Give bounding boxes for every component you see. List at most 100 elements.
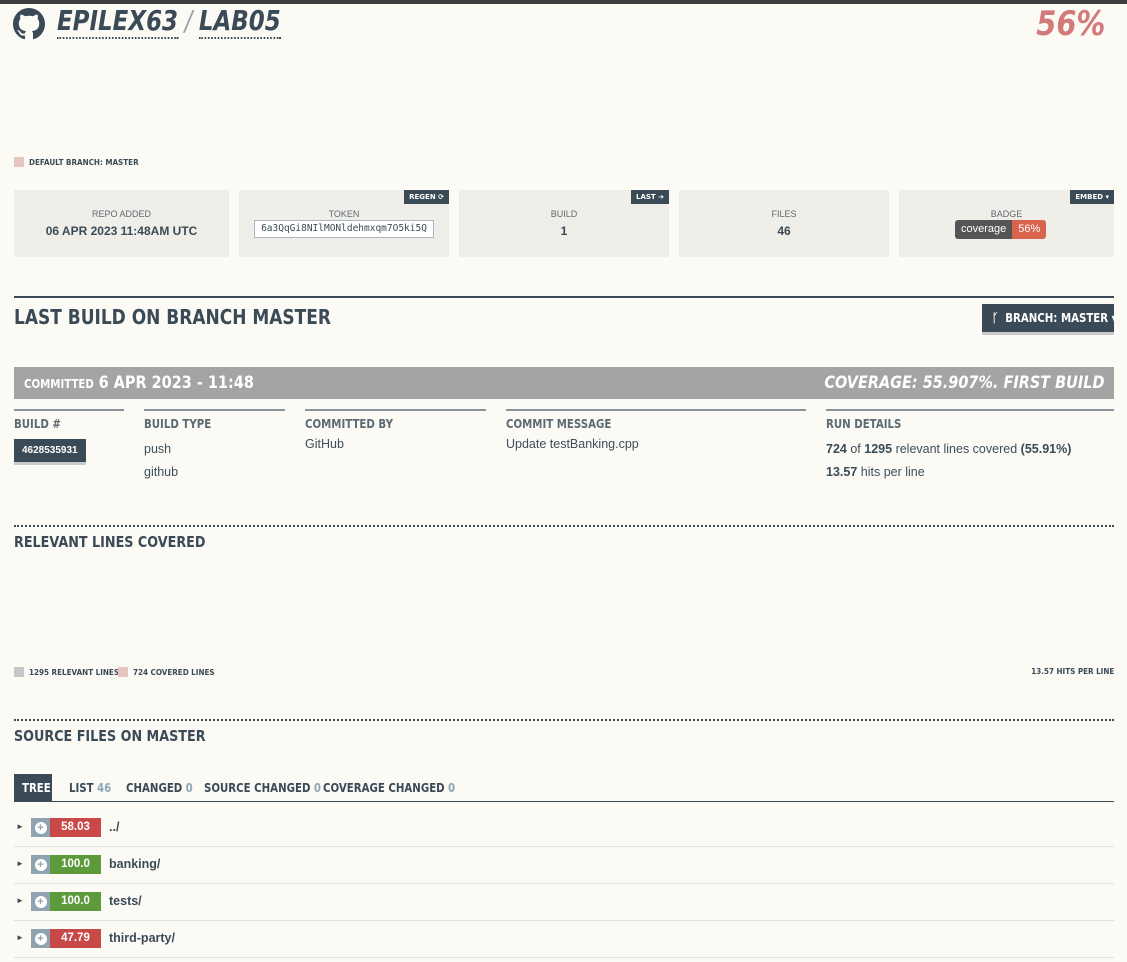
tab-coverage-changed[interactable]: COVERAGE CHANGED 0 [323,774,478,801]
tab-coverage-changed-count: 0 [448,780,456,795]
relevant-lines-title: RELEVANT LINES COVERED [14,533,206,551]
legend-covered-label: 724 COVERED LINES [133,667,215,677]
regen-label: REGEN [409,193,436,201]
folder-name[interactable]: banking/ [109,857,160,871]
token-box: REGEN ⟳ TOKEN 6a3QqGi8NIlMONldehmxqm7O5k… [239,190,449,257]
file-row[interactable]: ► + 58.03 ../ [14,810,1114,847]
regen-button[interactable]: REGEN ⟳ [404,190,449,204]
token-label: TOKEN [328,209,360,219]
relevant-lines-legend: 1295 RELEVANT LINES 724 COVERED LINES 13… [14,667,1114,679]
build-type-value-1: push [144,442,172,456]
tab-source-changed-count: 0 [313,780,321,795]
commit-message-column: COMMIT MESSAGE Update testBanking.cpp [506,409,806,456]
run-details-column: RUN DETAILS 724 of 1295 relevant lines c… [826,409,1114,484]
badge-right: 56% [1012,220,1047,239]
commit-bar: COMMITTED 6 APR 2023 - 11:48 COVERAGE: 5… [14,367,1114,399]
covered-count: 724 [826,442,847,456]
legend-relevant-label: 1295 RELEVANT LINES [29,667,120,677]
title-separator: / [184,4,193,37]
expand-arrow-icon[interactable]: ► [16,933,24,942]
of-text: of [850,442,861,456]
source-files-title: SOURCE FILES ON MASTER [14,727,206,745]
tab-source-changed-label: SOURCE CHANGED [204,780,311,795]
token-field[interactable]: 6a3QqGi8NIlMONldehmxqm7O5ki5Q [254,220,434,238]
run-details-lines: 724 of 1295 relevant lines covered (55.9… [826,438,1114,461]
file-row[interactable]: ► + 47.79 third-party/ [14,921,1114,958]
coverage-value: 100.0 [50,855,101,874]
tab-coverage-changed-label: COVERAGE CHANGED [323,780,445,795]
committed-by-header: COMMITTED BY [305,417,394,431]
legend-hits: 13.57 HITS PER LINE [1022,667,1114,676]
file-row[interactable]: ► + 100.0 banking/ [14,847,1114,884]
repo-added-box: REPO ADDED 06 APR 2023 11:48AM UTC [14,190,229,257]
expand-plus-icon[interactable]: + [31,929,50,948]
tab-tree[interactable]: TREE [14,774,52,801]
run-details-hits: 13.57 hits per line [826,461,1114,484]
badge-label: BADGE [990,209,1023,219]
relevant-text: relevant lines covered [895,442,1018,456]
coverage-value: 58.03 [50,818,101,837]
build-label: BUILD [550,209,578,219]
badge-box: EMBED ▾ BADGE coverage 56% [899,190,1114,257]
default-branch: DEFAULT BRANCH: MASTER [14,157,151,167]
branch-select-button[interactable]: ᚴ BRANCH: MASTER ▾ [982,304,1117,332]
coverage-summary: COVERAGE: 55.907%. FIRST BUILD [823,373,1104,393]
build-number-button[interactable]: 4628535931 [14,439,86,462]
legend-relevant: 1295 RELEVANT LINES [14,667,129,677]
badge-left: coverage [955,220,1013,239]
expand-plus-icon[interactable]: + [31,855,50,874]
relevant-count: 1295 [864,442,893,456]
repo-link[interactable]: LAB05 [198,4,281,39]
github-icon [13,8,45,40]
tab-list[interactable]: LIST 46 [69,774,119,801]
expand-arrow-icon[interactable]: ► [16,859,24,868]
tab-source-changed[interactable]: SOURCE CHANGED 0 [204,774,342,801]
legend-covered: 724 COVERED LINES [118,667,224,677]
coverage-percentage: 56% [1035,4,1105,44]
build-type-column: BUILD TYPE push github [144,409,285,484]
repo-added-label: REPO ADDED [91,209,151,219]
coverage-badge[interactable]: coverage 56% [955,220,1047,239]
expand-arrow-icon[interactable]: ► [16,822,24,831]
build-number-header: BUILD # [14,417,61,431]
last-build-button[interactable]: LAST ➔ [630,190,669,204]
build-type-header: BUILD TYPE [144,417,212,431]
covered-pct: (55.91%) [1020,442,1072,456]
files-box: FILES 46 [679,190,889,257]
folder-name[interactable]: tests/ [109,894,142,908]
hits-text: hits per line [860,465,925,479]
section-divider [14,296,1114,298]
last-label: LAST [635,193,656,201]
tab-tree-label: TREE [22,780,51,795]
branch-square-icon [14,157,24,167]
owner-link[interactable]: EPILEX63 [57,4,179,39]
folder-name[interactable]: third-party/ [109,931,175,945]
tab-changed-count: 0 [185,780,193,795]
hits-value: 13.57 [826,465,858,479]
expand-arrow-icon[interactable]: ► [16,896,24,905]
build-type-value-2: github [144,465,179,479]
source-files-tabs: TREE LIST 46 CHANGED 0 SOURCE CHANGED 0 COV… [14,774,1114,802]
coverage-value: 100.0 [50,892,101,911]
tab-changed[interactable]: CHANGED 0 [126,774,205,801]
repo-title: EPILEX63/LAB05 [57,4,281,39]
files-label: FILES [771,209,797,219]
committed-label: COMMITTED [24,377,94,391]
committed-date: 6 APR 2023 - 11:48 [98,373,254,393]
embed-button[interactable]: EMBED ▾ [1070,190,1114,204]
run-details-header: RUN DETAILS [826,417,902,431]
relevant-lines-divider [14,525,1114,527]
source-files-divider [14,719,1114,721]
folder-name[interactable]: ../ [109,820,119,834]
build-box: LAST ➔ BUILD 1 [459,190,669,257]
coverage-value: 47.79 [50,929,101,948]
tab-list-label: LIST [69,780,94,795]
legend-covered-swatch [118,667,128,677]
tab-list-count: 46 [97,780,112,795]
expand-plus-icon[interactable]: + [31,892,50,911]
commit-message-header: COMMIT MESSAGE [506,417,612,431]
expand-plus-icon[interactable]: + [31,818,50,837]
legend-hits-label: 13.57 HITS PER LINE [1030,667,1114,676]
file-row[interactable]: ► + 100.0 tests/ [14,884,1114,921]
refresh-icon: ⟳ [438,193,444,201]
